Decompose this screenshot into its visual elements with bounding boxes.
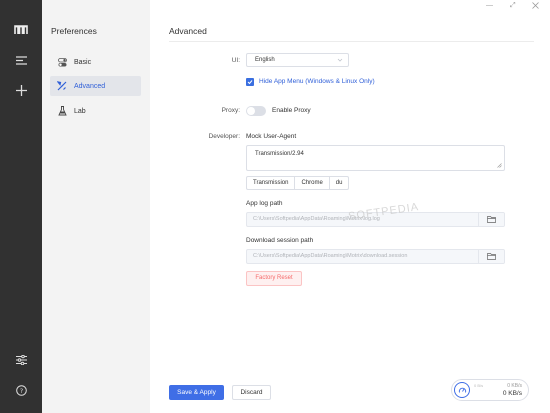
app-log-folder-button[interactable] — [478, 213, 504, 226]
resize-grip-icon[interactable] — [497, 163, 502, 168]
language-select[interactable]: English — [246, 53, 349, 67]
preset-transmission-button[interactable]: Transmission — [246, 176, 296, 190]
speed-mini-label: 0 B/s — [474, 383, 484, 388]
title-divider — [169, 41, 534, 42]
session-path-value: C:\Users\Softpedia\AppData\Roaming\Motri… — [253, 253, 408, 259]
flask-icon — [57, 106, 67, 116]
speed-meter[interactable]: 0 B/s 0 KB/s 0 KB/s — [451, 379, 529, 401]
advanced-settings-panel: — ⤢ Advanced UI: English Hide App Menu (… — [150, 0, 550, 413]
nav-label-basic: Basic — [74, 58, 92, 66]
preset-du-button[interactable]: du — [328, 176, 350, 190]
svg-text:?: ? — [19, 387, 22, 395]
preset-chrome-button[interactable]: Chrome — [294, 176, 330, 190]
close-icon — [532, 2, 539, 9]
page-title: Advanced — [169, 26, 207, 36]
proxy-toggle[interactable] — [246, 106, 266, 116]
logo-icon[interactable] — [0, 23, 42, 37]
discard-button[interactable]: Discard — [232, 385, 271, 400]
folder-icon — [487, 216, 496, 223]
app-sidebar: ? — [0, 0, 42, 413]
hide-app-menu-label[interactable]: Hide App Menu (Windows & Linux Only) — [259, 78, 375, 85]
minimize-button[interactable]: — — [486, 2, 493, 9]
tools-icon — [57, 81, 67, 91]
nav-item-lab[interactable]: Lab — [50, 101, 141, 121]
session-path-label: Download session path — [246, 237, 314, 244]
chevron-down-icon — [337, 58, 343, 62]
factory-reset-button[interactable]: Factory Reset — [246, 271, 302, 286]
user-agent-presets: Transmission Chrome du — [246, 176, 350, 190]
close-button[interactable] — [532, 2, 539, 11]
settings-sliders-icon[interactable] — [0, 354, 42, 366]
upload-speed: 0 KB/s — [507, 383, 522, 389]
speedometer-icon — [454, 382, 470, 398]
menu-list-icon[interactable] — [0, 54, 42, 66]
check-icon — [247, 80, 253, 85]
developer-label: Developer: — [208, 133, 240, 140]
download-speed: 0 KB/s — [502, 390, 522, 397]
session-folder-button[interactable] — [478, 250, 504, 263]
session-path-input[interactable]: C:\Users\Softpedia\AppData\Roaming\Motri… — [246, 249, 505, 264]
preferences-nav: Preferences Basic Advanced Lab — [42, 0, 150, 413]
nav-label-lab: Lab — [74, 107, 86, 115]
toggle-icon — [57, 57, 67, 67]
nav-item-advanced[interactable]: Advanced — [50, 76, 141, 96]
save-apply-button[interactable]: Save & Apply — [169, 385, 224, 400]
nav-item-basic[interactable]: Basic — [50, 52, 141, 72]
nav-label-advanced: Advanced — [74, 82, 106, 90]
add-icon[interactable] — [0, 84, 42, 96]
preferences-title: Preferences — [51, 26, 97, 36]
user-agent-textarea[interactable]: Transmission/2.94 — [246, 145, 505, 171]
user-agent-value: Transmission/2.94 — [255, 151, 304, 157]
user-agent-label: Mock User-Agent — [246, 133, 297, 140]
hide-app-menu-checkbox[interactable] — [246, 78, 254, 86]
ui-label: UI: — [231, 57, 240, 64]
folder-icon — [487, 253, 496, 260]
help-icon[interactable]: ? — [0, 384, 42, 396]
enable-proxy-label: Enable Proxy — [272, 107, 311, 114]
proxy-label: Proxy: — [221, 107, 240, 114]
maximize-button[interactable]: ⤢ — [510, 2, 516, 10]
app-log-path-label: App log path — [246, 200, 283, 207]
language-value: English — [255, 57, 275, 63]
toggle-knob — [247, 107, 255, 115]
